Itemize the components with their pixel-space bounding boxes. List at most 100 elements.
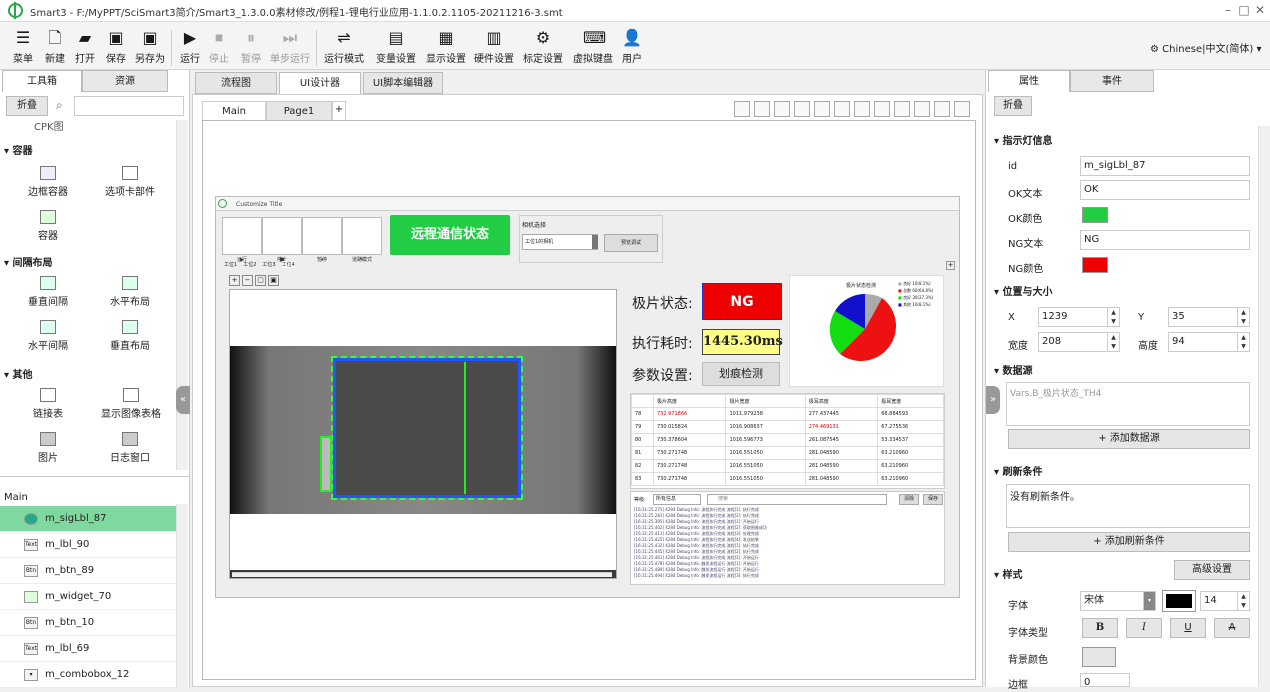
id-input[interactable]: m_sigLbl_87 bbox=[1080, 156, 1250, 176]
layer-root[interactable]: Main bbox=[4, 492, 28, 503]
ng-color-swatch[interactable] bbox=[1082, 257, 1108, 273]
group-other[interactable]: ▾ 其他 bbox=[4, 366, 33, 381]
underline-button[interactable]: U bbox=[1170, 618, 1206, 638]
save-image-icon[interactable]: ▣ bbox=[268, 275, 279, 286]
section-position-size[interactable]: ▾ 位置与大小 bbox=[994, 283, 1053, 298]
tab-flowchart[interactable]: 流程图 bbox=[195, 72, 277, 94]
table-row[interactable]: 81 730.271748 1016.551050 281.048590 63.2109… bbox=[631, 446, 944, 460]
tab-properties[interactable]: 属性 bbox=[988, 70, 1070, 92]
table-row[interactable]: 80 730.378604 1016.596773 261.087545 53.3345… bbox=[631, 433, 944, 447]
tab-events[interactable]: 事件 bbox=[1070, 70, 1154, 92]
station-tab[interactable]: 工位1 bbox=[224, 261, 237, 268]
log-window[interactable]: 等级: 所有信息 搜索 清除 保存 [16:31:25.275] 4284 De… bbox=[630, 491, 945, 585]
tab-toolbox[interactable]: 工具箱 bbox=[2, 70, 82, 92]
image-view[interactable] bbox=[229, 289, 617, 579]
table-row[interactable]: 79 730.015824 1016.908637 274.469131 67.2755… bbox=[631, 420, 944, 434]
station-tab[interactable]: 工位4 bbox=[281, 261, 295, 268]
save-button[interactable]: ▣ 保存 bbox=[100, 28, 132, 68]
run-mode-button[interactable]: ⇌ 运行模式 bbox=[322, 28, 366, 68]
signal-light-ng[interactable]: NG bbox=[702, 283, 782, 320]
layer-item[interactable]: m_sigLbl_87 bbox=[0, 506, 176, 532]
pause-button[interactable]: ⏸ 暂停 bbox=[234, 28, 268, 68]
measure-button[interactable]: 划痕检测 bbox=[702, 362, 780, 386]
spin-icon[interactable]: ▲ ▼ bbox=[1107, 333, 1119, 351]
image-scrollbar[interactable] bbox=[232, 572, 612, 577]
height-input[interactable]: 94 ▲ ▼ bbox=[1168, 332, 1250, 352]
step-run-button[interactable]: ⏭ 单步运行 bbox=[268, 28, 312, 68]
station-tab[interactable]: 工位2 bbox=[243, 261, 256, 268]
hardware-settings-button[interactable]: ▥ 硬件设置 bbox=[472, 28, 516, 68]
refresh-box[interactable]: 没有刷新条件。 bbox=[1006, 484, 1250, 528]
tool-vertical-layout[interactable]: 垂直布局 bbox=[100, 320, 160, 352]
align-top-icon[interactable] bbox=[854, 101, 870, 117]
same-height-icon[interactable] bbox=[794, 101, 810, 117]
group-spacer-layout[interactable]: ▾ 间隔布局 bbox=[4, 254, 53, 269]
align-middle-icon[interactable] bbox=[874, 101, 890, 117]
y-input[interactable]: 35 ▲ ▼ bbox=[1168, 307, 1250, 327]
table-row[interactable]: 82 730.271748 1016.551050 281.048590 63.2109… bbox=[631, 459, 944, 473]
tool-vertical-spacer[interactable]: 垂直间隔 bbox=[20, 276, 76, 308]
log-save-button[interactable]: 保存 bbox=[923, 494, 943, 505]
tool-horizontal-layout[interactable]: 水平布局 bbox=[100, 276, 160, 308]
layer-item[interactable]: Text m_lbl_90 bbox=[0, 532, 176, 558]
layer-item[interactable]: Btn m_btn_10 bbox=[0, 610, 176, 636]
collapse-left-handle[interactable]: « bbox=[176, 386, 190, 414]
run-button[interactable]: ▶ 运行 bbox=[176, 28, 204, 68]
tool-log-window[interactable]: 日志窗口 bbox=[100, 432, 160, 464]
tab-ui-designer[interactable]: UI设计器 bbox=[279, 72, 361, 94]
border-input[interactable]: 0 bbox=[1080, 673, 1130, 688]
form-stop-button[interactable]: ■ 停止 bbox=[262, 217, 302, 263]
add-station-tab-button[interactable]: + bbox=[946, 261, 955, 270]
zoom-out-icon[interactable]: − bbox=[242, 275, 253, 286]
section-style[interactable]: ▾ 样式 bbox=[994, 566, 1023, 581]
collapse-right-handle[interactable]: » bbox=[986, 386, 1000, 414]
minimize-icon[interactable]: – bbox=[1222, 3, 1234, 17]
datasource-box[interactable]: Vars.B_极片状态_TH4 bbox=[1006, 382, 1250, 426]
camera-preview-button[interactable]: 预览调试 bbox=[604, 234, 658, 252]
x-input[interactable]: 1239 ▲ ▼ bbox=[1038, 307, 1120, 327]
expand-icon[interactable] bbox=[954, 101, 970, 117]
maximize-icon[interactable]: □ bbox=[1238, 3, 1250, 17]
spin-icon[interactable]: ▲ ▼ bbox=[1107, 308, 1119, 326]
tool-horizontal-spacer[interactable]: 水平间隔 bbox=[20, 320, 76, 352]
var-settings-button[interactable]: ▤ 变量设置 bbox=[374, 28, 418, 68]
tool-picture[interactable]: 图片 bbox=[20, 432, 76, 464]
align-right-icon[interactable] bbox=[774, 101, 790, 117]
station-tab[interactable]: 工位3 bbox=[262, 261, 275, 268]
language-select[interactable]: ⚙ Chinese|中文(简体) ▾ bbox=[1150, 40, 1261, 55]
menu-button[interactable]: ☰ 菜单 bbox=[6, 28, 40, 68]
ng-text-input[interactable]: NG bbox=[1080, 230, 1250, 250]
spin-icon[interactable]: ▲ ▼ bbox=[1237, 333, 1249, 351]
data-table[interactable]: 极片高度 极片宽度 极耳高度 极耳宽度 78 732.971866 1011.979… bbox=[630, 393, 945, 489]
fit-icon[interactable] bbox=[814, 101, 830, 117]
add-datasource-button[interactable]: + 添加数据源 bbox=[1008, 429, 1250, 449]
save-as-button[interactable]: ▣ 另存为 bbox=[132, 28, 168, 68]
layer-item[interactable]: ▾ m_combobox_12 bbox=[0, 662, 176, 688]
tab-resources[interactable]: 资源 bbox=[82, 70, 168, 92]
stop-button[interactable]: ⏹ 停止 bbox=[204, 28, 234, 68]
user-button[interactable]: 👤 用户 bbox=[618, 28, 646, 68]
page-tab-main[interactable]: Main bbox=[202, 101, 266, 121]
virtual-keyboard-button[interactable]: ⌨ 虚拟键盘 bbox=[570, 28, 616, 68]
add-refresh-button[interactable]: + 添加刷新条件 bbox=[1008, 532, 1250, 552]
tool-border-container[interactable]: 边框容器 bbox=[20, 166, 76, 198]
layer-item[interactable]: m_widget_70 bbox=[0, 584, 176, 610]
align-center-icon[interactable] bbox=[754, 101, 770, 117]
display-settings-button[interactable]: ▦ 显示设置 bbox=[424, 28, 468, 68]
table-row[interactable]: 83 730.271748 1016.551050 281.048590 63.2109… bbox=[631, 472, 944, 486]
italic-button[interactable]: I bbox=[1126, 618, 1162, 638]
distribute-h-icon[interactable] bbox=[914, 101, 930, 117]
align-bottom-icon[interactable] bbox=[894, 101, 910, 117]
log-search-input[interactable]: 搜索 bbox=[707, 494, 887, 505]
tool-link-table[interactable]: 链接表 bbox=[20, 388, 76, 420]
strikethrough-button[interactable]: A bbox=[1214, 618, 1250, 638]
close-icon[interactable]: ✕ bbox=[1254, 3, 1266, 17]
camera-select[interactable]: 工位1的相机 bbox=[522, 234, 598, 250]
same-width-icon[interactable] bbox=[834, 101, 850, 117]
section-datasource[interactable]: ▾ 数据源 bbox=[994, 362, 1033, 377]
log-filter-select[interactable]: 所有信息 bbox=[653, 494, 701, 505]
tool-image-table[interactable]: 显示图像表格 bbox=[96, 388, 166, 420]
ok-color-swatch[interactable] bbox=[1082, 207, 1108, 223]
properties-scrollbar[interactable] bbox=[1258, 126, 1270, 687]
log-clear-button[interactable]: 清除 bbox=[899, 494, 919, 505]
